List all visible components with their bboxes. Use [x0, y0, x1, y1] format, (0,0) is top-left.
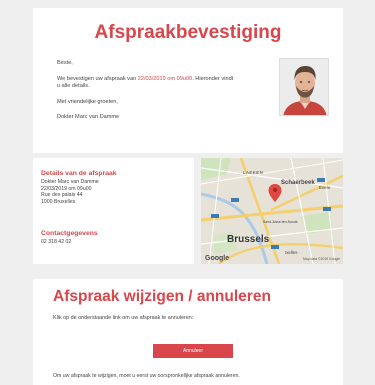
contact-lines: 02 318 42 02 [41, 239, 71, 246]
details-street: Rue des palais 44 [41, 192, 83, 199]
change-instructions: Klik op de onderstaande link om uw afspr… [53, 315, 194, 321]
closing: Met vriendelijke groeten, [57, 98, 118, 105]
map-label-brussels: Brussels [227, 234, 270, 245]
confirmation-text-line2: u alle details. [57, 83, 90, 89]
map-label-saint-josse: Saint-Josse-ten-Noode [263, 220, 298, 224]
appointment-datetime: 22/03/2019 om 09u00 [137, 75, 193, 82]
map-credit: Map data ©2019 Google [303, 257, 340, 261]
email-page: Afspraakbevestiging Beste, We bevestigen… [0, 0, 375, 385]
cancel-appointment-button[interactable]: Annuleer [153, 344, 233, 358]
page-title: Afspraakbevestiging [94, 22, 282, 43]
details-doctor: Dokter Marc van Damme [41, 179, 99, 185]
contact-phone: 02 318 42 02 [41, 239, 72, 245]
details-heading: Details van de afspraak [41, 170, 117, 177]
change-title: Afspraak wijzigen / annuleren [53, 288, 271, 305]
change-footer-note: Om uw afspraak te wijzigen, moet u eerst… [53, 373, 240, 379]
message-body: Beste, We bevestigen uw afspraak van 22/… [57, 60, 257, 130]
contact-heading: Contactgegevens [41, 230, 98, 237]
map-label-evere: Evere [319, 185, 331, 190]
details-lines: Dokter Marc van Damme 22/03/2019 om 09u0… [41, 179, 99, 205]
details-city: 1000 Bruxelles [41, 198, 76, 205]
appointment-details-card: Details van de afspraak Dokter Marc van … [33, 158, 194, 264]
map-label-laeken: LAEKEN [243, 170, 264, 175]
confirmation-text-start: We bevestigen uw afspraak van [57, 75, 138, 82]
doctor-photo [279, 58, 329, 116]
google-logo: Google [205, 255, 230, 262]
signature: Dokter Marc van Damme [57, 114, 120, 120]
map-label-schaerbeek: Schaerbeek [281, 180, 315, 186]
confirmation-card: Afspraakbevestiging Beste, We bevestigen… [33, 8, 343, 153]
confirmation-text: We bevestigen uw afspraak van 22/03/2019… [57, 76, 257, 91]
salutation: Beste, [57, 60, 73, 66]
map-label-ixelles: Ixelles [285, 250, 298, 255]
location-map[interactable]: LAEKEN Evere Schaerbeek Brussels Saint-J… [201, 158, 343, 264]
confirmation-text-end: . Hieronder vindt [192, 75, 234, 82]
details-datetime: 22/03/2019 om 09u00 [41, 185, 92, 192]
change-appointment-card: Afspraak wijzigen / annuleren Klik op de… [33, 279, 343, 385]
map-canvas [201, 158, 343, 264]
